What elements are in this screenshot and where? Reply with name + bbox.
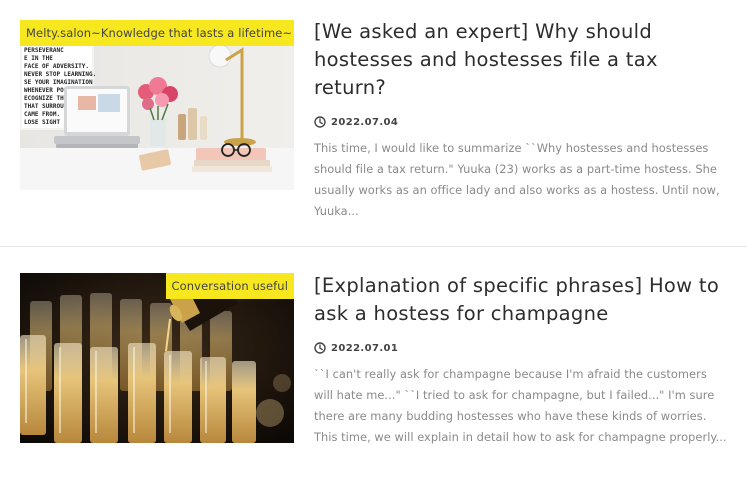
article-body: [We asked an expert] Why should hostesse… — [314, 18, 727, 222]
svg-text:NEVER STOP LEARNING.: NEVER STOP LEARNING. — [24, 71, 96, 78]
clock-icon — [314, 116, 326, 128]
article-card: PERSEVERANC E IN THE FACE OF ADVERSITY. … — [0, 0, 747, 247]
svg-text:PERSEVERANC: PERSEVERANC — [24, 47, 64, 54]
article-title[interactable]: [We asked an expert] Why should hostesse… — [314, 18, 727, 102]
article-card: Conversation useful [Explanation of spec… — [0, 248, 747, 479]
svg-text:E IN THE: E IN THE — [24, 55, 53, 62]
article-excerpt: ``I can't really ask for champagne becau… — [314, 367, 727, 444]
article-thumbnail[interactable]: Conversation useful — [20, 273, 294, 443]
svg-text:FACE OF ADVERSITY.: FACE OF ADVERSITY. — [24, 63, 89, 70]
post-date: 2022.07.04 — [331, 116, 399, 128]
category-badge[interactable]: Melty.salon~Knowledge that lasts a lifet… — [20, 20, 294, 46]
post-date: 2022.07.01 — [331, 342, 399, 354]
article-excerpt: This time, I would like to summarize ``W… — [314, 141, 720, 218]
category-badge[interactable]: Conversation useful — [165, 273, 294, 299]
article-title[interactable]: [Explanation of specific phrases] How to… — [314, 272, 727, 328]
clock-icon — [314, 342, 326, 354]
svg-text:SE YOUR IMAGINATION: SE YOUR IMAGINATION — [24, 79, 93, 86]
date-row: 2022.07.04 — [314, 116, 727, 128]
date-row: 2022.07.01 — [314, 342, 727, 354]
article-thumbnail[interactable]: PERSEVERANC E IN THE FACE OF ADVERSITY. … — [20, 20, 294, 190]
article-body: [Explanation of specific phrases] How to… — [314, 272, 727, 448]
